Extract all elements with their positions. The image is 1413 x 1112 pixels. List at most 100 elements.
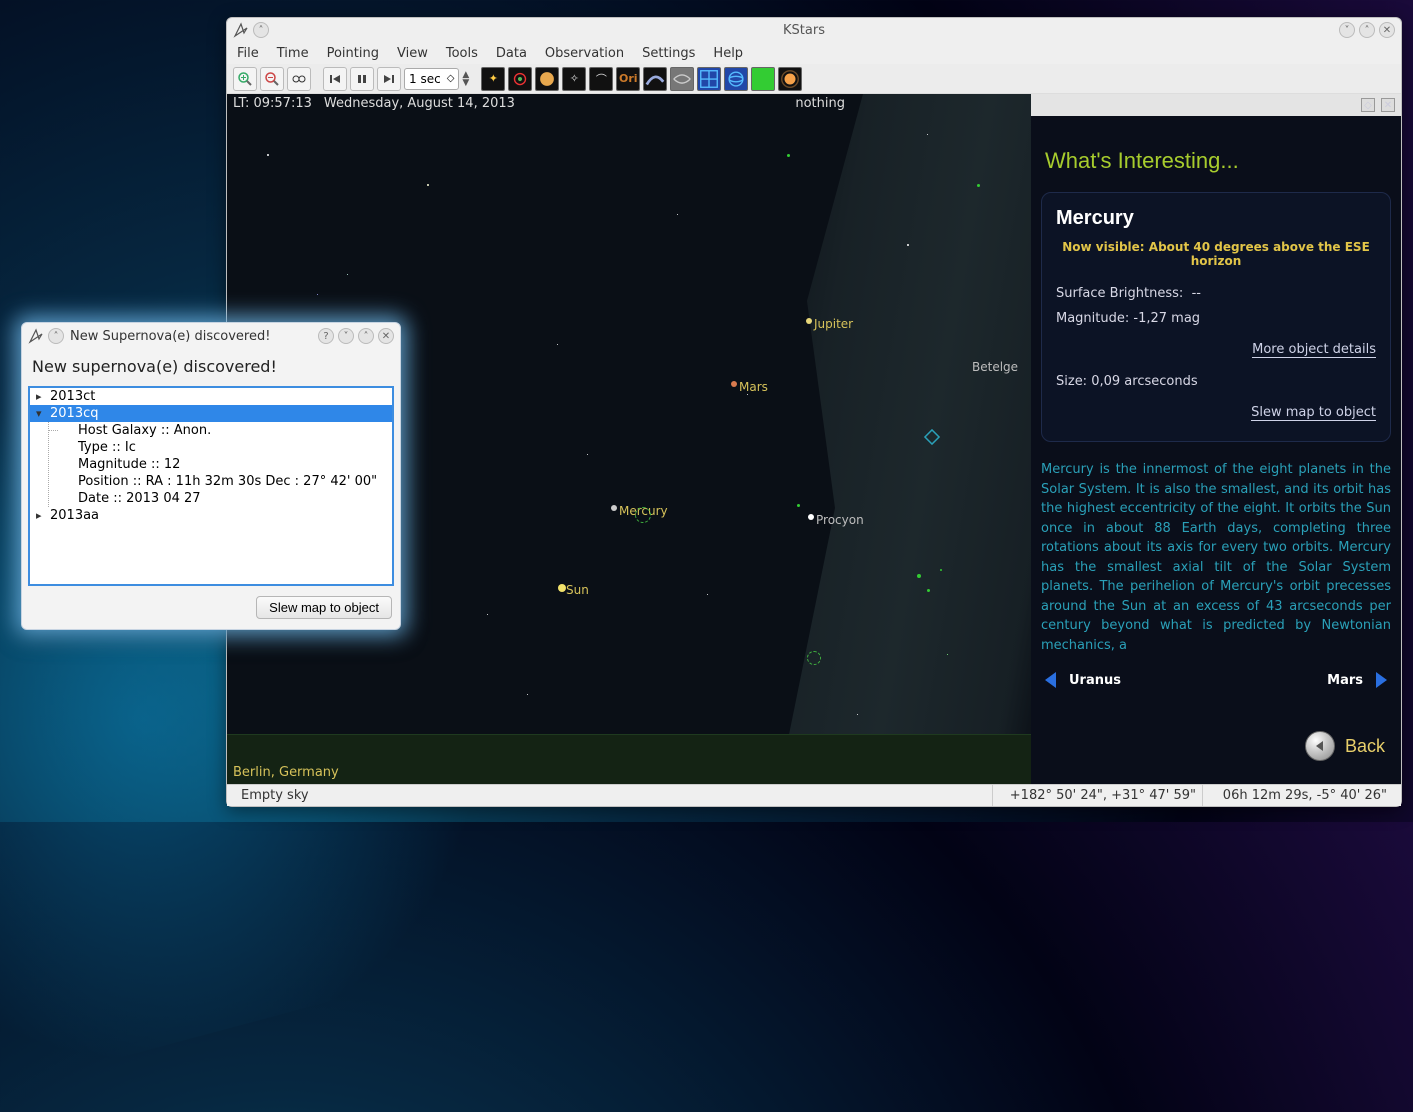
menu-help[interactable]: Help xyxy=(713,46,743,61)
time-forward-button[interactable] xyxy=(377,67,401,91)
bg-star xyxy=(347,274,348,275)
toggle-milkyway-button[interactable] xyxy=(643,67,667,91)
menu-time[interactable]: Time xyxy=(277,46,309,61)
dialog-min-button[interactable]: ˅ xyxy=(338,328,354,344)
target-marker xyxy=(635,507,651,523)
bg-star xyxy=(677,214,678,215)
zoom-in-button[interactable] xyxy=(233,67,257,91)
find-object-button[interactable] xyxy=(287,67,311,91)
titlebar[interactable]: ˄ KStars ˅ ˄ ✕ xyxy=(227,18,1401,42)
toggle-horizontal-grid-button[interactable] xyxy=(697,67,721,91)
dialog-app-icon xyxy=(28,328,44,344)
panel-close-button[interactable]: ✕ xyxy=(1381,98,1395,112)
next-object-label: Mars xyxy=(1327,673,1363,688)
label-mars: Mars xyxy=(739,380,768,394)
toggle-deepsky-button[interactable] xyxy=(508,67,532,91)
combo-spinner-icon: ◇ xyxy=(447,73,455,84)
star-procyon[interactable] xyxy=(808,514,814,520)
menu-tools[interactable]: Tools xyxy=(446,46,478,61)
planet-sun[interactable] xyxy=(558,584,566,592)
bg-star xyxy=(427,184,429,186)
tree-item-2013aa[interactable]: 2013aa xyxy=(30,507,392,524)
tree-item-2013ct[interactable]: 2013ct xyxy=(30,388,392,405)
supernova-tree[interactable]: 2013ct2013cqHost Galaxy :: Anon.Type :: … xyxy=(28,386,394,586)
bg-star xyxy=(557,344,558,345)
slew-to-object-link[interactable]: Slew map to object xyxy=(1251,405,1376,421)
tree-item-2013cq[interactable]: 2013cq xyxy=(30,405,392,422)
dialog-close-button[interactable]: ✕ xyxy=(378,328,394,344)
size-row: Size: 0,09 arcseconds xyxy=(1056,374,1376,389)
bg-star xyxy=(787,154,790,157)
tree-detail[interactable]: Date :: 2013 04 27 xyxy=(62,490,392,507)
whats-interesting-panel: ◇ ✕ What's Interesting... Mercury Now vi… xyxy=(1031,94,1401,784)
back-label: Back xyxy=(1345,736,1385,757)
brightness-row: Surface Brightness: -- xyxy=(1056,286,1376,301)
maximize-button[interactable]: ˄ xyxy=(1359,22,1375,38)
more-details-link[interactable]: More object details xyxy=(1252,342,1376,358)
menu-file[interactable]: File xyxy=(237,46,259,61)
menu-observation[interactable]: Observation xyxy=(545,46,624,61)
minimize-button[interactable]: ˅ xyxy=(1339,22,1355,38)
back-button[interactable] xyxy=(1305,731,1335,761)
magnitude-row: Magnitude: -1,27 mag xyxy=(1056,311,1376,326)
time-step-spinner[interactable]: ▲▼ xyxy=(462,71,469,87)
planet-jupiter[interactable] xyxy=(806,318,812,324)
dialog-max-button[interactable]: ˄ xyxy=(358,328,374,344)
planet-mars[interactable] xyxy=(731,381,737,387)
time-step-combo[interactable]: 1 sec ◇ xyxy=(404,68,459,90)
tree-detail[interactable]: Host Galaxy :: Anon. xyxy=(62,422,392,439)
zoom-out-button[interactable] xyxy=(260,67,284,91)
toggle-stars-button[interactable]: ✦ xyxy=(481,67,505,91)
toggle-ground-button[interactable] xyxy=(724,67,748,91)
tree-detail[interactable]: Type :: Ic xyxy=(62,439,392,456)
tree-detail[interactable]: Magnitude :: 12 xyxy=(62,456,392,473)
status-radec: 06h 12m 29s, -5° 40' 26" xyxy=(1203,785,1393,806)
statusbar: Empty sky +182° 50' 24", +31° 47' 59" 06… xyxy=(227,784,1401,806)
window-title: KStars xyxy=(269,23,1339,38)
dialog-titlebar[interactable]: ˄ New Supernova(e) discovered! ? ˅ ˄ ✕ xyxy=(22,323,400,349)
dialog-title: New Supernova(e) discovered! xyxy=(64,329,318,344)
bg-star xyxy=(587,454,588,455)
toggle-satellites-button[interactable] xyxy=(778,67,802,91)
bg-star xyxy=(707,594,708,595)
status-coords: +182° 50' 24", +31° 47' 59" xyxy=(993,785,1203,806)
toggle-equatorial-grid-button[interactable] xyxy=(670,67,694,91)
time-back-button[interactable] xyxy=(323,67,347,91)
local-time-label: LT: 09:57:13 xyxy=(233,96,312,111)
time-step-value: 1 sec xyxy=(409,72,441,86)
bg-star xyxy=(317,294,318,295)
bg-star xyxy=(947,654,948,655)
object-card: Mercury Now visible: About 40 degrees ab… xyxy=(1041,192,1391,442)
menu-data[interactable]: Data xyxy=(496,46,527,61)
toggle-clines-button[interactable]: ✧ xyxy=(562,67,586,91)
prev-object-button[interactable] xyxy=(1041,669,1063,691)
bg-star xyxy=(747,394,748,395)
date-label: Wednesday, August 14, 2013 xyxy=(324,96,515,111)
toggle-flags-button[interactable] xyxy=(751,67,775,91)
dialog-shade-button[interactable]: ˄ xyxy=(48,328,64,344)
planet-mercury[interactable] xyxy=(611,505,617,511)
toggle-cnames-button[interactable]: ⌒ xyxy=(589,67,613,91)
close-button[interactable]: ✕ xyxy=(1379,22,1395,38)
menu-pointing[interactable]: Pointing xyxy=(327,46,379,61)
label-jupiter: Jupiter xyxy=(814,317,853,331)
tree-detail[interactable]: Position :: RA : 11h 32m 30s Dec : 27° 4… xyxy=(62,473,392,490)
bg-star xyxy=(487,614,488,615)
location-label: Berlin, Germany xyxy=(233,765,339,780)
toggle-solarsystem-button[interactable] xyxy=(535,67,559,91)
horizon-ground xyxy=(227,734,1031,784)
time-pause-button[interactable] xyxy=(350,67,374,91)
bg-star xyxy=(927,589,930,592)
diamond-marker xyxy=(924,429,940,445)
dialog-slew-button[interactable]: Slew map to object xyxy=(256,596,392,619)
toggle-cbounds-button[interactable]: Ori xyxy=(616,67,640,91)
visibility-text: Now visible: About 40 degrees above the … xyxy=(1056,240,1376,268)
shade-button[interactable]: ˄ xyxy=(253,22,269,38)
panel-float-button[interactable]: ◇ xyxy=(1361,98,1375,112)
next-object-button[interactable] xyxy=(1369,669,1391,691)
bg-star xyxy=(977,184,980,187)
dialog-help-button[interactable]: ? xyxy=(318,328,334,344)
label-betelgeuse: Betelge xyxy=(972,360,1018,374)
menu-settings[interactable]: Settings xyxy=(642,46,695,61)
menu-view[interactable]: View xyxy=(397,46,428,61)
